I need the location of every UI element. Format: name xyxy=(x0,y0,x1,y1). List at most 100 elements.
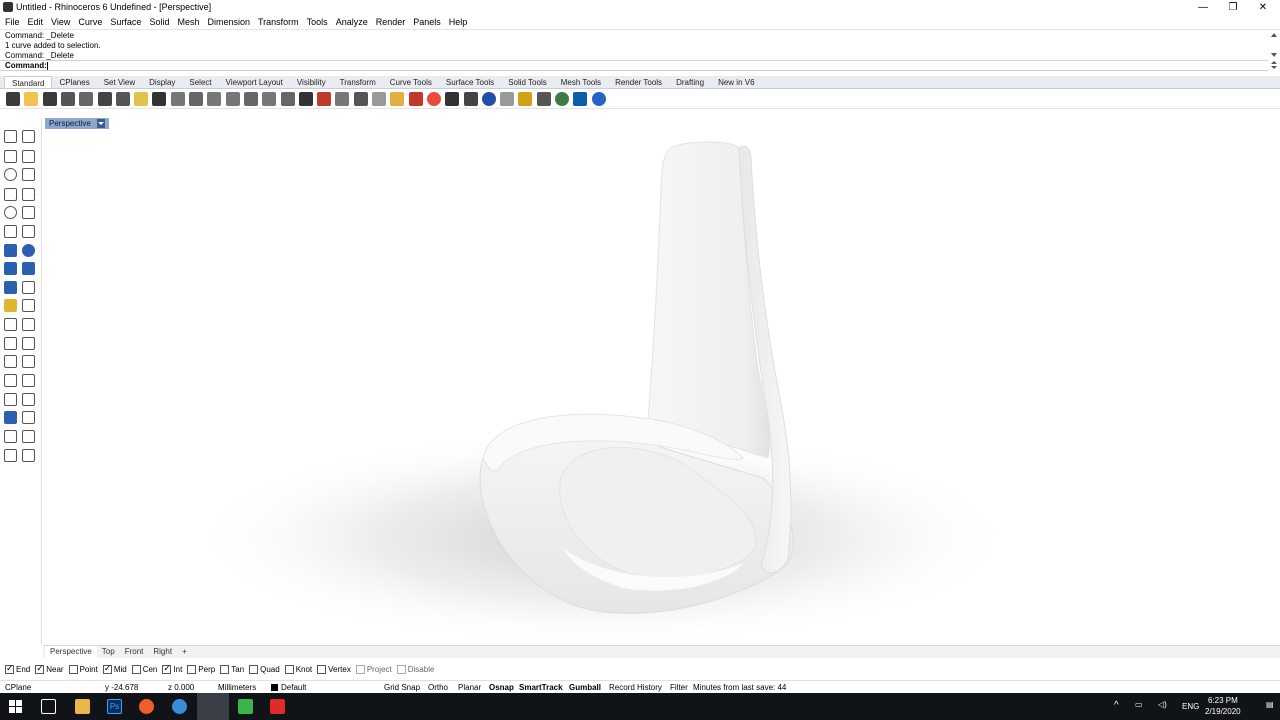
osnap-checkbox[interactable] xyxy=(162,663,172,674)
tab-visibility[interactable]: Visibility xyxy=(290,76,333,88)
options-icon[interactable] xyxy=(536,92,551,106)
join-tool-icon[interactable] xyxy=(22,318,35,331)
zoom-selected-icon[interactable] xyxy=(262,92,277,106)
menu-surface[interactable]: Surface xyxy=(110,17,141,27)
grid-snap-tool-icon[interactable] xyxy=(4,393,17,406)
help-icon[interactable] xyxy=(591,92,606,106)
copy-icon[interactable] xyxy=(115,92,130,106)
save-icon[interactable] xyxy=(42,92,57,106)
shaded-icon[interactable] xyxy=(445,92,460,106)
lock-icon[interactable] xyxy=(353,92,368,106)
light-icon[interactable] xyxy=(372,92,386,106)
scroll-down-icon[interactable] xyxy=(1271,53,1277,57)
osnap-checkbox[interactable] xyxy=(102,663,112,674)
file-explorer-icon[interactable] xyxy=(75,699,90,714)
color-wheel-icon[interactable] xyxy=(426,92,441,106)
offset-tool-icon[interactable] xyxy=(22,299,35,312)
tab-curve-tools[interactable]: Curve Tools xyxy=(383,76,439,88)
osnap-knot[interactable]: Knot xyxy=(284,664,312,674)
tab-cplanes[interactable]: CPlanes xyxy=(52,76,96,88)
ellipse-tool-icon[interactable] xyxy=(4,206,17,219)
grid-snap-toggle[interactable]: Grid Snap xyxy=(384,683,420,692)
scale-tool-icon[interactable] xyxy=(4,449,17,462)
point-tool-icon[interactable] xyxy=(22,130,35,143)
menu-tools[interactable]: Tools xyxy=(307,17,328,27)
osnap-perp[interactable]: Perp xyxy=(187,664,215,674)
start-windows-icon[interactable] xyxy=(8,699,23,714)
osnap-int[interactable]: Int xyxy=(162,663,182,674)
import-icon[interactable] xyxy=(79,92,94,106)
tab-render-tools[interactable]: Render Tools xyxy=(608,76,669,88)
menu-solid[interactable]: Solid xyxy=(149,17,169,27)
filter-toggle[interactable]: Filter xyxy=(670,683,688,692)
gumball-toggle[interactable]: Gumball xyxy=(569,683,601,692)
tab-transform[interactable]: Transform xyxy=(333,76,383,88)
osnap-tan[interactable]: Tan xyxy=(220,664,244,674)
tab-display[interactable]: Display xyxy=(142,76,182,88)
tab-set-view[interactable]: Set View xyxy=(97,76,142,88)
four-viewports-icon[interactable] xyxy=(298,92,313,106)
photoshop-icon[interactable]: Ps xyxy=(107,699,122,714)
network-icon[interactable]: ▭ xyxy=(1135,700,1143,709)
open-file-icon[interactable] xyxy=(24,92,39,106)
camtasia-icon[interactable] xyxy=(238,699,253,714)
menu-help[interactable]: Help xyxy=(449,17,468,27)
add-viewport-tab-icon[interactable]: + xyxy=(177,646,192,658)
menu-mesh[interactable]: Mesh xyxy=(177,17,199,27)
osnap-checkbox[interactable] xyxy=(187,664,197,674)
osnap-toggle[interactable]: Osnap xyxy=(489,683,514,692)
new-file-icon[interactable] xyxy=(6,92,20,106)
restore-button[interactable]: ❐ xyxy=(1218,0,1248,15)
osnap-point[interactable]: Point xyxy=(68,664,98,674)
tab-mesh-tools[interactable]: Mesh Tools xyxy=(554,76,608,88)
text-tool-icon[interactable] xyxy=(4,355,17,368)
paste-icon[interactable] xyxy=(134,92,149,106)
dimension-tool-icon[interactable] xyxy=(22,355,35,368)
osnap-checkbox[interactable] xyxy=(317,664,327,674)
osnap-end[interactable]: End xyxy=(5,663,30,674)
pan-icon[interactable] xyxy=(170,92,185,106)
loft-tool-icon[interactable] xyxy=(22,281,35,294)
explode-tool-icon[interactable] xyxy=(4,318,17,331)
zoom-icon[interactable] xyxy=(207,92,222,106)
tab-standard[interactable]: Standard xyxy=(4,76,53,88)
clock-time[interactable]: 6:23 PM xyxy=(1208,696,1238,705)
command-prompt[interactable]: Command: xyxy=(0,60,1268,71)
box-tool-icon[interactable] xyxy=(4,244,17,257)
print-icon[interactable] xyxy=(60,92,75,106)
tab-solid-tools[interactable]: Solid Tools xyxy=(501,76,554,88)
rendered-icon[interactable] xyxy=(463,92,478,106)
arc-tool-icon[interactable] xyxy=(22,168,35,181)
freeform-tool-icon[interactable] xyxy=(22,206,35,219)
menu-file[interactable]: File xyxy=(5,17,20,27)
menu-dimension[interactable]: Dimension xyxy=(207,17,250,27)
viewport-title[interactable]: Perspective xyxy=(45,118,109,129)
command-spinner-icon[interactable] xyxy=(1268,61,1280,71)
zoom-window-icon[interactable] xyxy=(225,92,240,106)
zoom-extents-icon[interactable] xyxy=(243,92,258,106)
cut-icon[interactable] xyxy=(97,92,112,106)
smarttrack-toggle[interactable]: SmartTrack xyxy=(519,683,563,692)
planar-toggle[interactable]: Planar xyxy=(458,683,481,692)
menu-curve[interactable]: Curve xyxy=(78,17,102,27)
menu-edit[interactable]: Edit xyxy=(28,17,44,27)
cylinder-tool-icon[interactable] xyxy=(22,262,35,275)
close-button[interactable]: ✕ xyxy=(1248,0,1278,15)
language-indicator[interactable]: ENG xyxy=(1182,702,1199,711)
scroll-up-icon[interactable] xyxy=(1271,33,1277,37)
tray-chevron-icon[interactable]: ^ xyxy=(1114,700,1119,711)
select-tool-icon[interactable] xyxy=(4,130,17,143)
polyline-tool-icon[interactable] xyxy=(4,150,17,163)
grid-icon[interactable] xyxy=(555,92,569,106)
units-pane[interactable]: Millimeters xyxy=(218,683,256,692)
osnap-checkbox[interactable] xyxy=(131,664,141,674)
analyze-tool-icon[interactable] xyxy=(22,393,35,406)
menu-panels[interactable]: Panels xyxy=(413,17,441,27)
circle-tool-icon[interactable] xyxy=(4,168,17,181)
firefox-icon[interactable] xyxy=(139,699,154,714)
layer-pane[interactable]: Default xyxy=(281,683,306,692)
wand-icon[interactable] xyxy=(518,92,533,106)
osnap-mid[interactable]: Mid xyxy=(102,663,127,674)
osnap-vertex[interactable]: Vertex xyxy=(317,664,351,674)
hide-objects-icon[interactable] xyxy=(335,92,350,106)
